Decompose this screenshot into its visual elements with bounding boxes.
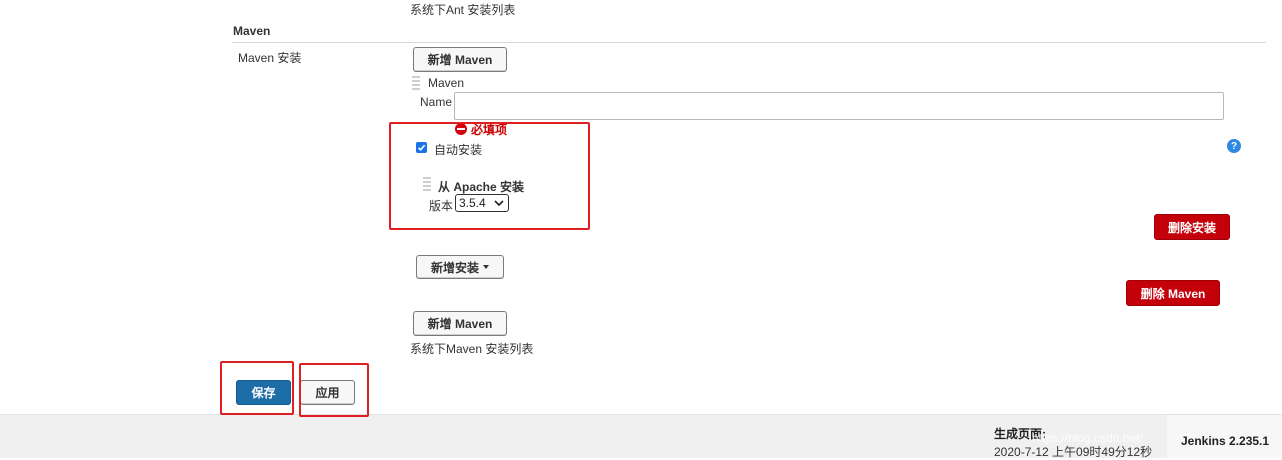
annotation-box-auto-install xyxy=(389,122,590,230)
caret-down-icon xyxy=(483,265,489,269)
add-installer-label: 新增安装 xyxy=(430,260,479,275)
csdn-watermark: https://blog.csdn.net/ xyxy=(1032,431,1143,445)
footer-generated-time: 2020-7-12 上午09时49分12秒 xyxy=(994,445,1153,459)
section-title-maven: Maven xyxy=(233,24,271,38)
annotation-box-save xyxy=(220,361,294,415)
ant-install-list-label: 系统下Ant 安装列表 xyxy=(410,3,516,17)
footer: 生成页面: 2020-7-12 上午09时49分12秒 https://blog… xyxy=(0,414,1282,459)
name-label: Name xyxy=(420,95,453,109)
annotation-box-apply xyxy=(299,363,369,417)
jenkins-version[interactable]: Jenkins 2.235.1 xyxy=(1181,434,1269,448)
delete-maven-button[interactable]: 删除 Maven xyxy=(1126,280,1220,306)
add-maven-button-top[interactable]: 新增 Maven xyxy=(413,47,507,72)
drag-handle-icon[interactable] xyxy=(412,76,420,90)
maven-item-header: Maven xyxy=(428,76,465,90)
name-input[interactable] xyxy=(454,92,1224,120)
add-installer-button[interactable]: 新增安装 xyxy=(416,255,504,279)
add-maven-button-bottom[interactable]: 新增 Maven xyxy=(413,311,507,336)
help-circle-icon[interactable]: ? xyxy=(1227,139,1241,153)
section-divider xyxy=(232,42,1266,43)
delete-installer-button[interactable]: 删除安装 xyxy=(1154,214,1230,240)
footer-version-box: Jenkins 2.235.1 xyxy=(1167,415,1282,458)
maven-install-list-label: 系统下Maven 安装列表 xyxy=(410,342,534,356)
maven-installs-label: Maven 安装 xyxy=(238,51,302,65)
